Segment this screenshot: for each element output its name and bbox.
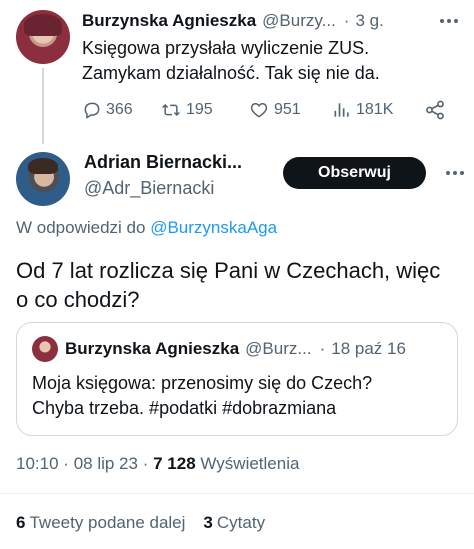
quotes-stat-link[interactable]: 3 Cytaty <box>203 513 265 533</box>
replying-prefix: W odpowiedzi do <box>16 218 146 237</box>
reply-button[interactable]: 366 <box>82 100 160 120</box>
author-handle[interactable]: @Burzy... <box>262 11 336 31</box>
views-count: 181K <box>356 101 394 118</box>
views-label: Wyświetlenia <box>200 454 300 473</box>
like-icon <box>250 102 268 118</box>
avatar[interactable] <box>16 10 70 64</box>
tweet-text-line: Chyba trzeba. #podatki #dobrazmiana <box>32 398 337 418</box>
retweet-icon <box>162 103 180 117</box>
share-icon <box>426 100 444 120</box>
quotes-stat-count: 3 <box>203 513 213 532</box>
thread-connector-line <box>42 68 44 144</box>
retweets-stat-link[interactable]: 6 Tweety podane dalej <box>16 513 185 533</box>
reply-count: 366 <box>106 101 133 118</box>
like-count: 951 <box>274 101 301 118</box>
main-tweet-text: Od 7 lat rozlicza się Pani w Czechach, w… <box>16 258 441 312</box>
avatar <box>32 336 58 362</box>
quoted-tweet-text: Moja księgowa: przenosimy się do Czech? … <box>32 371 442 421</box>
author-name: Burzynska Agnieszka <box>65 339 240 358</box>
more-icon[interactable] <box>438 12 460 30</box>
tweet-actions: 366 195 951 181K <box>82 95 452 125</box>
tweet-time[interactable]: 10:10 <box>16 454 59 473</box>
views-icon <box>334 103 349 117</box>
quoted-tweet-card[interactable]: Burzynska Agnieszka @Burz... · 18 paź 16… <box>16 322 458 436</box>
share-button[interactable] <box>424 99 448 121</box>
parent-tweet-header: Burzynska Agnieszka @Burzy... · 3 g. <box>82 10 384 32</box>
divider <box>0 493 474 494</box>
author-handle: @Burz... <box>245 339 312 358</box>
author-name[interactable]: Adrian Biernacki... <box>84 152 242 173</box>
follow-button[interactable]: Obserwuj <box>283 157 426 189</box>
views-count: 7 128 <box>153 454 196 473</box>
separator-dot: · <box>319 339 326 358</box>
tweet-text-line: Moja księgowa: przenosimy się do Czech? <box>32 373 373 393</box>
separator-dot: · <box>343 11 350 30</box>
like-button[interactable]: 951 <box>248 100 332 120</box>
retweet-count: 195 <box>186 101 213 118</box>
tweet-thread-page: Burzynska Agnieszka @Burzy... · 3 g. Ksi… <box>0 0 474 549</box>
retweet-button[interactable]: 195 <box>160 100 248 120</box>
reply-icon <box>84 102 100 119</box>
quoted-tweet-header: Burzynska Agnieszka @Burz... · 18 paź 16 <box>65 339 406 359</box>
tweet-time[interactable]: 3 g. <box>355 11 383 31</box>
engagement-stats: 6 Tweety podane dalej 3 Cytaty <box>16 513 283 533</box>
retweets-stat-count: 6 <box>16 513 26 532</box>
tweet-text-line: Księgowa przysłała wyliczenie ZUS. <box>82 38 370 58</box>
more-icon[interactable] <box>444 164 466 182</box>
author-name[interactable]: Burzynska Agnieszka <box>82 11 256 31</box>
parent-tweet-text: Księgowa przysłała wyliczenie ZUS. Zamyk… <box>82 36 462 86</box>
replying-to: W odpowiedzi do @BurzynskaAga <box>16 218 277 238</box>
replying-mention-link[interactable]: @BurzynskaAga <box>150 218 277 237</box>
retweets-stat-label: Tweety podane dalej <box>29 513 186 532</box>
tweet-meta: 10:10 · 08 lip 23 · 7 128 Wyświetlenia <box>16 454 299 474</box>
tweet-date: 18 paź 16 <box>331 339 406 358</box>
separator-dot: · <box>63 454 69 473</box>
views-button[interactable]: 181K <box>332 100 424 120</box>
tweet-date[interactable]: 08 lip 23 <box>74 454 138 473</box>
tweet-text-line: Zamykam działalność. Tak się nie da. <box>82 63 380 83</box>
author-handle[interactable]: @Adr_Biernacki <box>84 178 214 199</box>
quotes-stat-label: Cytaty <box>216 513 266 532</box>
separator-dot: · <box>142 454 149 473</box>
avatar[interactable] <box>16 152 70 206</box>
